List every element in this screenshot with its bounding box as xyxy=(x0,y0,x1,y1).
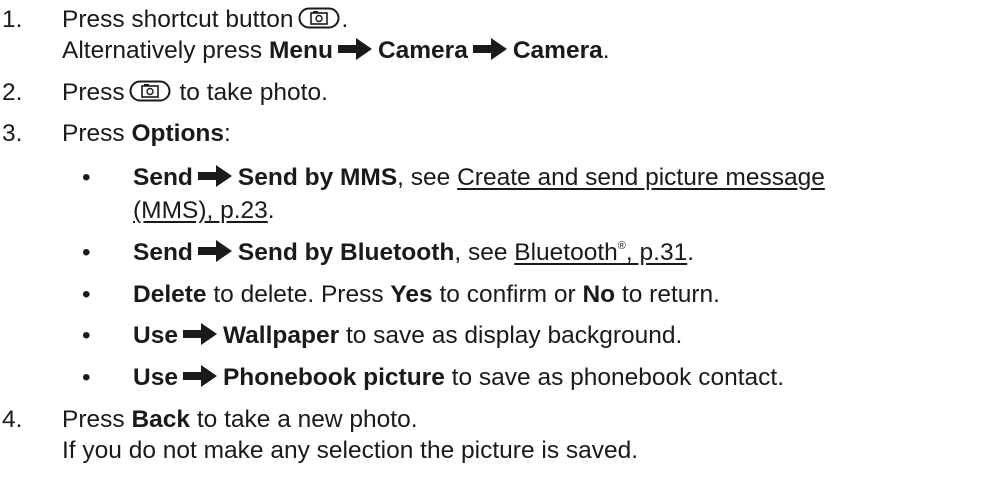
right-arrow-icon xyxy=(182,323,217,345)
registered-mark: ® xyxy=(617,240,626,252)
camera-key-icon xyxy=(298,7,340,29)
option-line: Use Phonebook picture to save as phoneboo… xyxy=(133,362,784,393)
option-label: No xyxy=(582,281,616,308)
option-text: to return. xyxy=(621,281,720,308)
right-arrow-icon xyxy=(472,38,507,60)
step-text: to take photo. xyxy=(179,79,328,106)
manual-page: { "steps": [ { "number": "1.", "line1_pr… xyxy=(0,0,981,496)
option-text: , see xyxy=(454,239,508,266)
mms-link-page[interactable]: (MMS), p.23 xyxy=(133,197,268,224)
option-label: Delete xyxy=(133,281,207,308)
mms-link[interactable]: Create and send picture message xyxy=(457,164,825,191)
step-text: Alternatively press xyxy=(62,37,263,64)
option-label: Wallpaper xyxy=(222,322,340,349)
bluetooth-link-page: , p.31 xyxy=(625,239,688,266)
step-3-line: Press Options: xyxy=(62,118,231,149)
option-text: to save as phonebook contact. xyxy=(451,364,784,391)
option-line: Send Send by MMS, see Create and send pic… xyxy=(133,162,825,193)
bullet: • xyxy=(82,164,91,191)
option-text: to save as display background. xyxy=(345,322,683,349)
step-number: 1. xyxy=(2,6,23,33)
option-line: Use Wallpaper to save as display backgrou… xyxy=(133,320,682,351)
option-text: . xyxy=(687,239,695,266)
camera-key-icon xyxy=(129,80,171,102)
option-text: . xyxy=(267,197,275,224)
step-text: Press xyxy=(62,120,125,147)
bluetooth-link-text: Bluetooth xyxy=(514,239,618,266)
softkey-label: Back xyxy=(131,406,191,433)
step-text: to take a new photo. xyxy=(196,406,418,433)
step-1-line-1: Press shortcut button. xyxy=(62,4,348,35)
right-arrow-icon xyxy=(197,240,232,262)
right-arrow-icon xyxy=(197,165,232,187)
step-text: Press xyxy=(62,406,125,433)
step-number: 3. xyxy=(2,120,23,147)
option-text: , see xyxy=(397,164,451,191)
option-label: Yes xyxy=(390,281,433,308)
option-label: Use xyxy=(133,364,178,391)
step-2-line: Press to take photo. xyxy=(62,77,328,108)
step-text: Press shortcut button xyxy=(62,6,294,33)
option-label: Send by Bluetooth xyxy=(237,239,455,266)
option-line-2: (MMS), p.23. xyxy=(133,195,275,226)
step-4-line-2: If you do not make any selection the pic… xyxy=(62,435,638,466)
step-number: 4. xyxy=(2,406,23,433)
step-text: : xyxy=(224,120,231,147)
menu-path-item: Menu xyxy=(268,37,333,64)
option-line: Send Send by Bluetooth, see Bluetooth®, p… xyxy=(133,237,694,268)
bullet: • xyxy=(82,281,91,308)
option-label: Send xyxy=(133,239,193,266)
step-1-line-2: Alternatively press Menu Camera Camera. xyxy=(62,35,610,66)
bullet: • xyxy=(82,322,91,349)
option-label: Phonebook picture xyxy=(222,364,445,391)
menu-path-item: Camera xyxy=(512,37,603,64)
bullet: • xyxy=(82,239,91,266)
bluetooth-link[interactable]: Bluetooth®, p.31 xyxy=(514,239,687,266)
option-text: to confirm or xyxy=(439,281,576,308)
bullet: • xyxy=(82,364,91,391)
step-text: . xyxy=(341,6,349,33)
softkey-label: Options xyxy=(131,120,224,147)
right-arrow-icon xyxy=(337,38,372,60)
right-arrow-icon xyxy=(182,365,217,387)
option-label: Send by MMS xyxy=(237,164,398,191)
option-text: to delete. Press xyxy=(213,281,384,308)
step-4-line-1: Press Back to take a new photo. xyxy=(62,404,418,435)
option-label: Use xyxy=(133,322,178,349)
step-number: 2. xyxy=(2,79,23,106)
option-line: Delete to delete. Press Yes to confirm o… xyxy=(133,279,720,310)
step-text: If you do not make any selection the pic… xyxy=(62,437,639,464)
menu-path-item: Camera xyxy=(377,37,468,64)
option-label: Send xyxy=(133,164,193,191)
step-text: Press xyxy=(62,79,125,106)
step-text: . xyxy=(602,37,610,64)
